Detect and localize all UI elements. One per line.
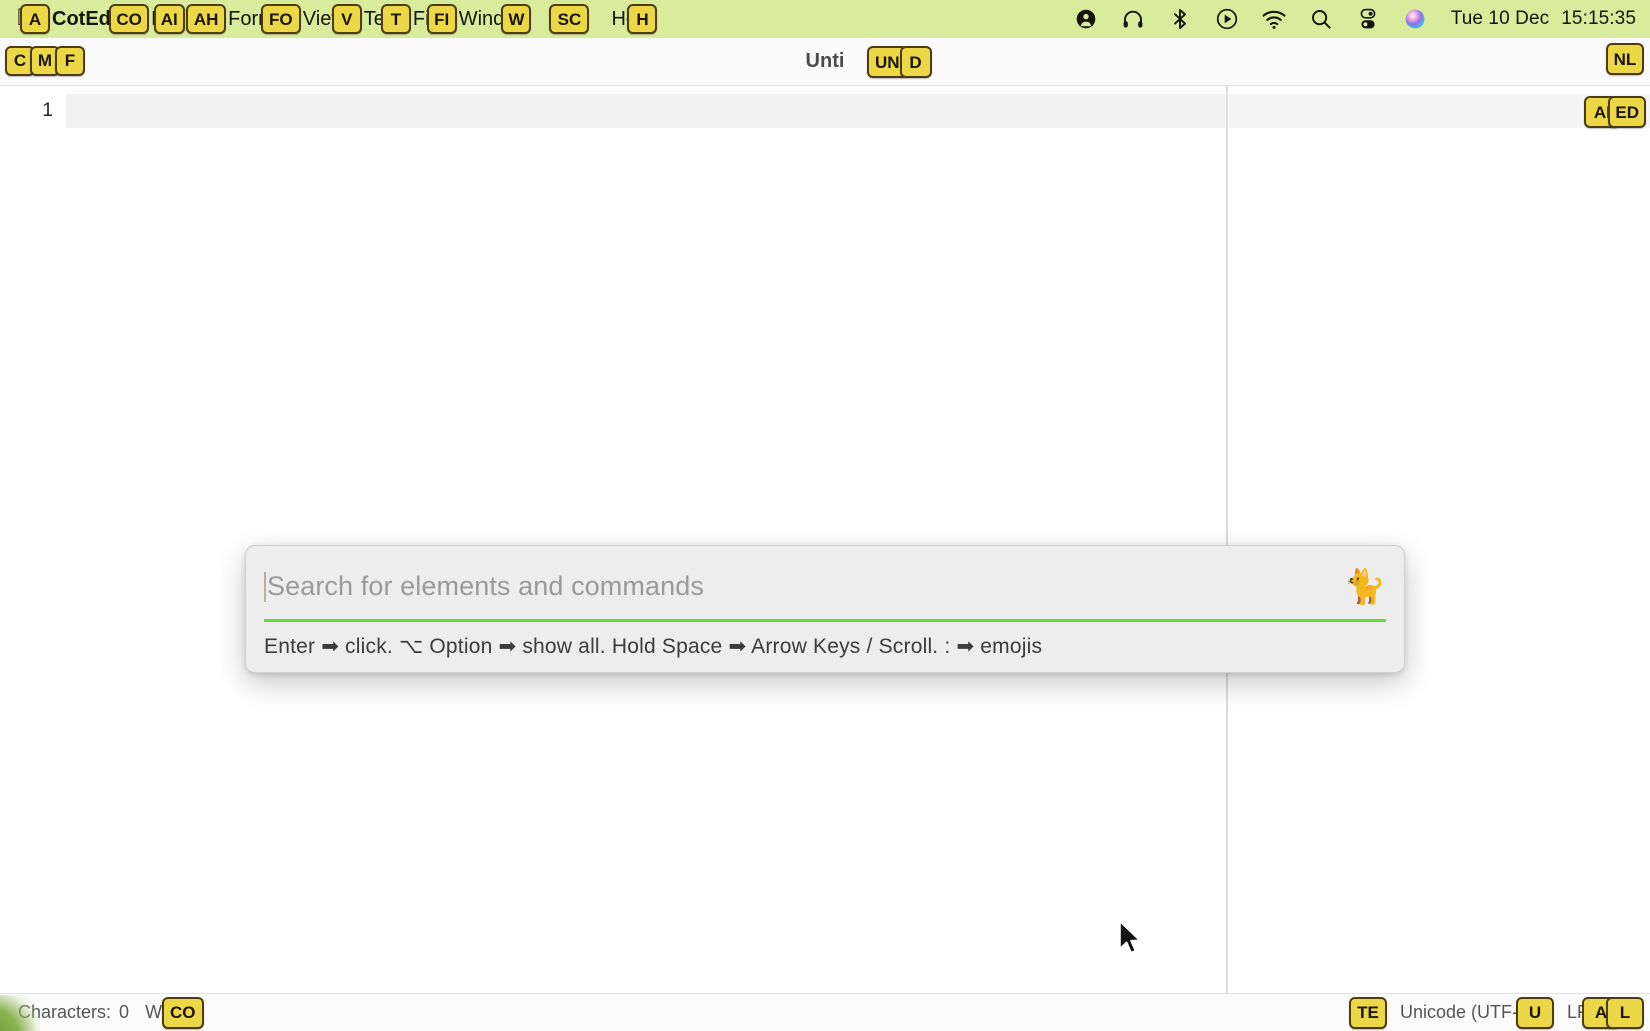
menu-edit[interactable]: E AH [186,0,228,38]
menu-file[interactable]: Fi AI [151,0,187,38]
badge-line-ending-l[interactable]: L [1606,996,1644,1029]
status-bar: Characters: 0 Wor CO TE Unicode (UTF-8 U… [0,993,1650,1031]
command-palette-input-placeholder[interactable]: Search for elements and commands [267,571,704,602]
clock-time: 15:15:35 [1561,8,1636,29]
characters-value: 0 [119,1002,130,1022]
badge-menu-find[interactable]: FI [426,4,457,34]
badge-menu-format[interactable]: FO [260,4,301,34]
menu-view[interactable]: View V [303,0,364,38]
badge-toolbar-newline[interactable]: NL [1606,43,1644,75]
cat-icon: 🐈 [1343,567,1386,606]
screen:  A CotEdit CO Fi AI E AH Form FO View [0,0,1650,1031]
control-center-icon[interactable] [1355,6,1381,32]
current-line-highlight [66,94,1225,128]
toolbar-right-badge-group: NL [1606,43,1644,75]
encoding-label: Unicode (UTF-8 [1399,1002,1528,1022]
apple-menu[interactable]:  A [14,0,52,38]
badge-status-counter[interactable]: CO [161,996,204,1029]
badge-menu-edit[interactable]: AH [186,4,227,34]
menu-help[interactable]: Hel H [611,0,659,38]
badge-script-menu[interactable]: SC [549,4,590,34]
cotedit-window: C M F Unti UN D NL 1 AI ED Characters: 0… [0,38,1650,1031]
bluetooth-icon[interactable] [1167,6,1193,32]
menu-window[interactable]: Windo W [459,0,534,38]
line-number-gutter: 1 [0,86,66,993]
editor-badge-group: AI ED [1584,96,1646,128]
badge-menu-view[interactable]: V [331,4,362,34]
line-ending-control[interactable]: LF A L [1567,996,1644,1029]
window-title-text: Unti [805,50,845,72]
badge-encoding[interactable]: U [1515,996,1554,1029]
text-editor-area[interactable]: 1 AI ED [0,86,1650,993]
close-button[interactable]: C [5,45,35,76]
menu-bar-clock[interactable]: Tue 10 Dec 15:15:35 [1451,8,1636,30]
menu-bar-left:  A CotEdit CO Fi AI E AH Form FO View [0,0,659,38]
badge-apple-menu[interactable]: A [20,4,50,34]
now-playing-icon[interactable] [1214,6,1240,32]
search-icon[interactable] [1308,6,1334,32]
text-caret [68,98,70,124]
badge-menu-window[interactable]: W [501,4,532,34]
badge-status-text[interactable]: TE [1348,996,1387,1029]
page-guide-line [1226,86,1228,993]
menu-bar-status-area: Tue 10 Dec 15:15:35 [1073,0,1650,38]
status-bar-right: TE Unicode (UTF-8 U LF A L [1348,996,1650,1029]
siri-icon[interactable] [1402,6,1428,32]
badge-menu-help[interactable]: H [627,4,658,34]
menu-cotedit[interactable]: CotEdit CO [52,0,151,38]
badge-menu-file[interactable]: AI [153,4,185,34]
badge-menu-text[interactable]: T [380,4,411,34]
window-title-badges: UN D [867,46,932,78]
menu-find[interactable]: Fin FI [413,0,459,38]
command-palette-input-row[interactable]: Search for elements and commands 🐈 [264,554,1386,622]
badge-editor-ed[interactable]: ED [1608,96,1646,128]
menu-bar:  A CotEdit CO Fi AI E AH Form FO View [0,0,1650,38]
palette-text-caret [264,571,266,602]
fullscreen-button[interactable]: F [55,45,85,76]
badge-menu-cotedit[interactable]: CO [109,4,150,34]
minimize-button[interactable]: M [30,45,60,76]
command-palette-hint: Enter ➡ click. ⌥ Option ➡ show all. Hold… [264,635,1043,658]
headphones-icon[interactable] [1120,6,1146,32]
command-palette[interactable]: Search for elements and commands 🐈 Enter… [245,545,1405,673]
characters-label: Characters: [18,1002,112,1022]
traffic-lights: C M F [0,45,85,76]
wifi-icon[interactable] [1261,6,1287,32]
user-account-icon[interactable] [1073,6,1099,32]
badge-document-proxy[interactable]: D [899,46,932,78]
status-bar-left: Characters: 0 Wor CO [0,996,204,1029]
menu-format[interactable]: Form FO [228,0,303,38]
menu-text[interactable]: Tex T [364,0,413,38]
clock-date: Tue 10 Dec [1450,8,1550,29]
window-title: Unti [0,50,1650,73]
badge-fullscreen-button[interactable]: F [55,45,85,76]
window-toolbar: C M F Unti UN D NL [0,38,1650,86]
encoding-control[interactable]: Unicode (UTF-8 U [1399,996,1554,1029]
line-number-1: 1 [42,100,53,121]
